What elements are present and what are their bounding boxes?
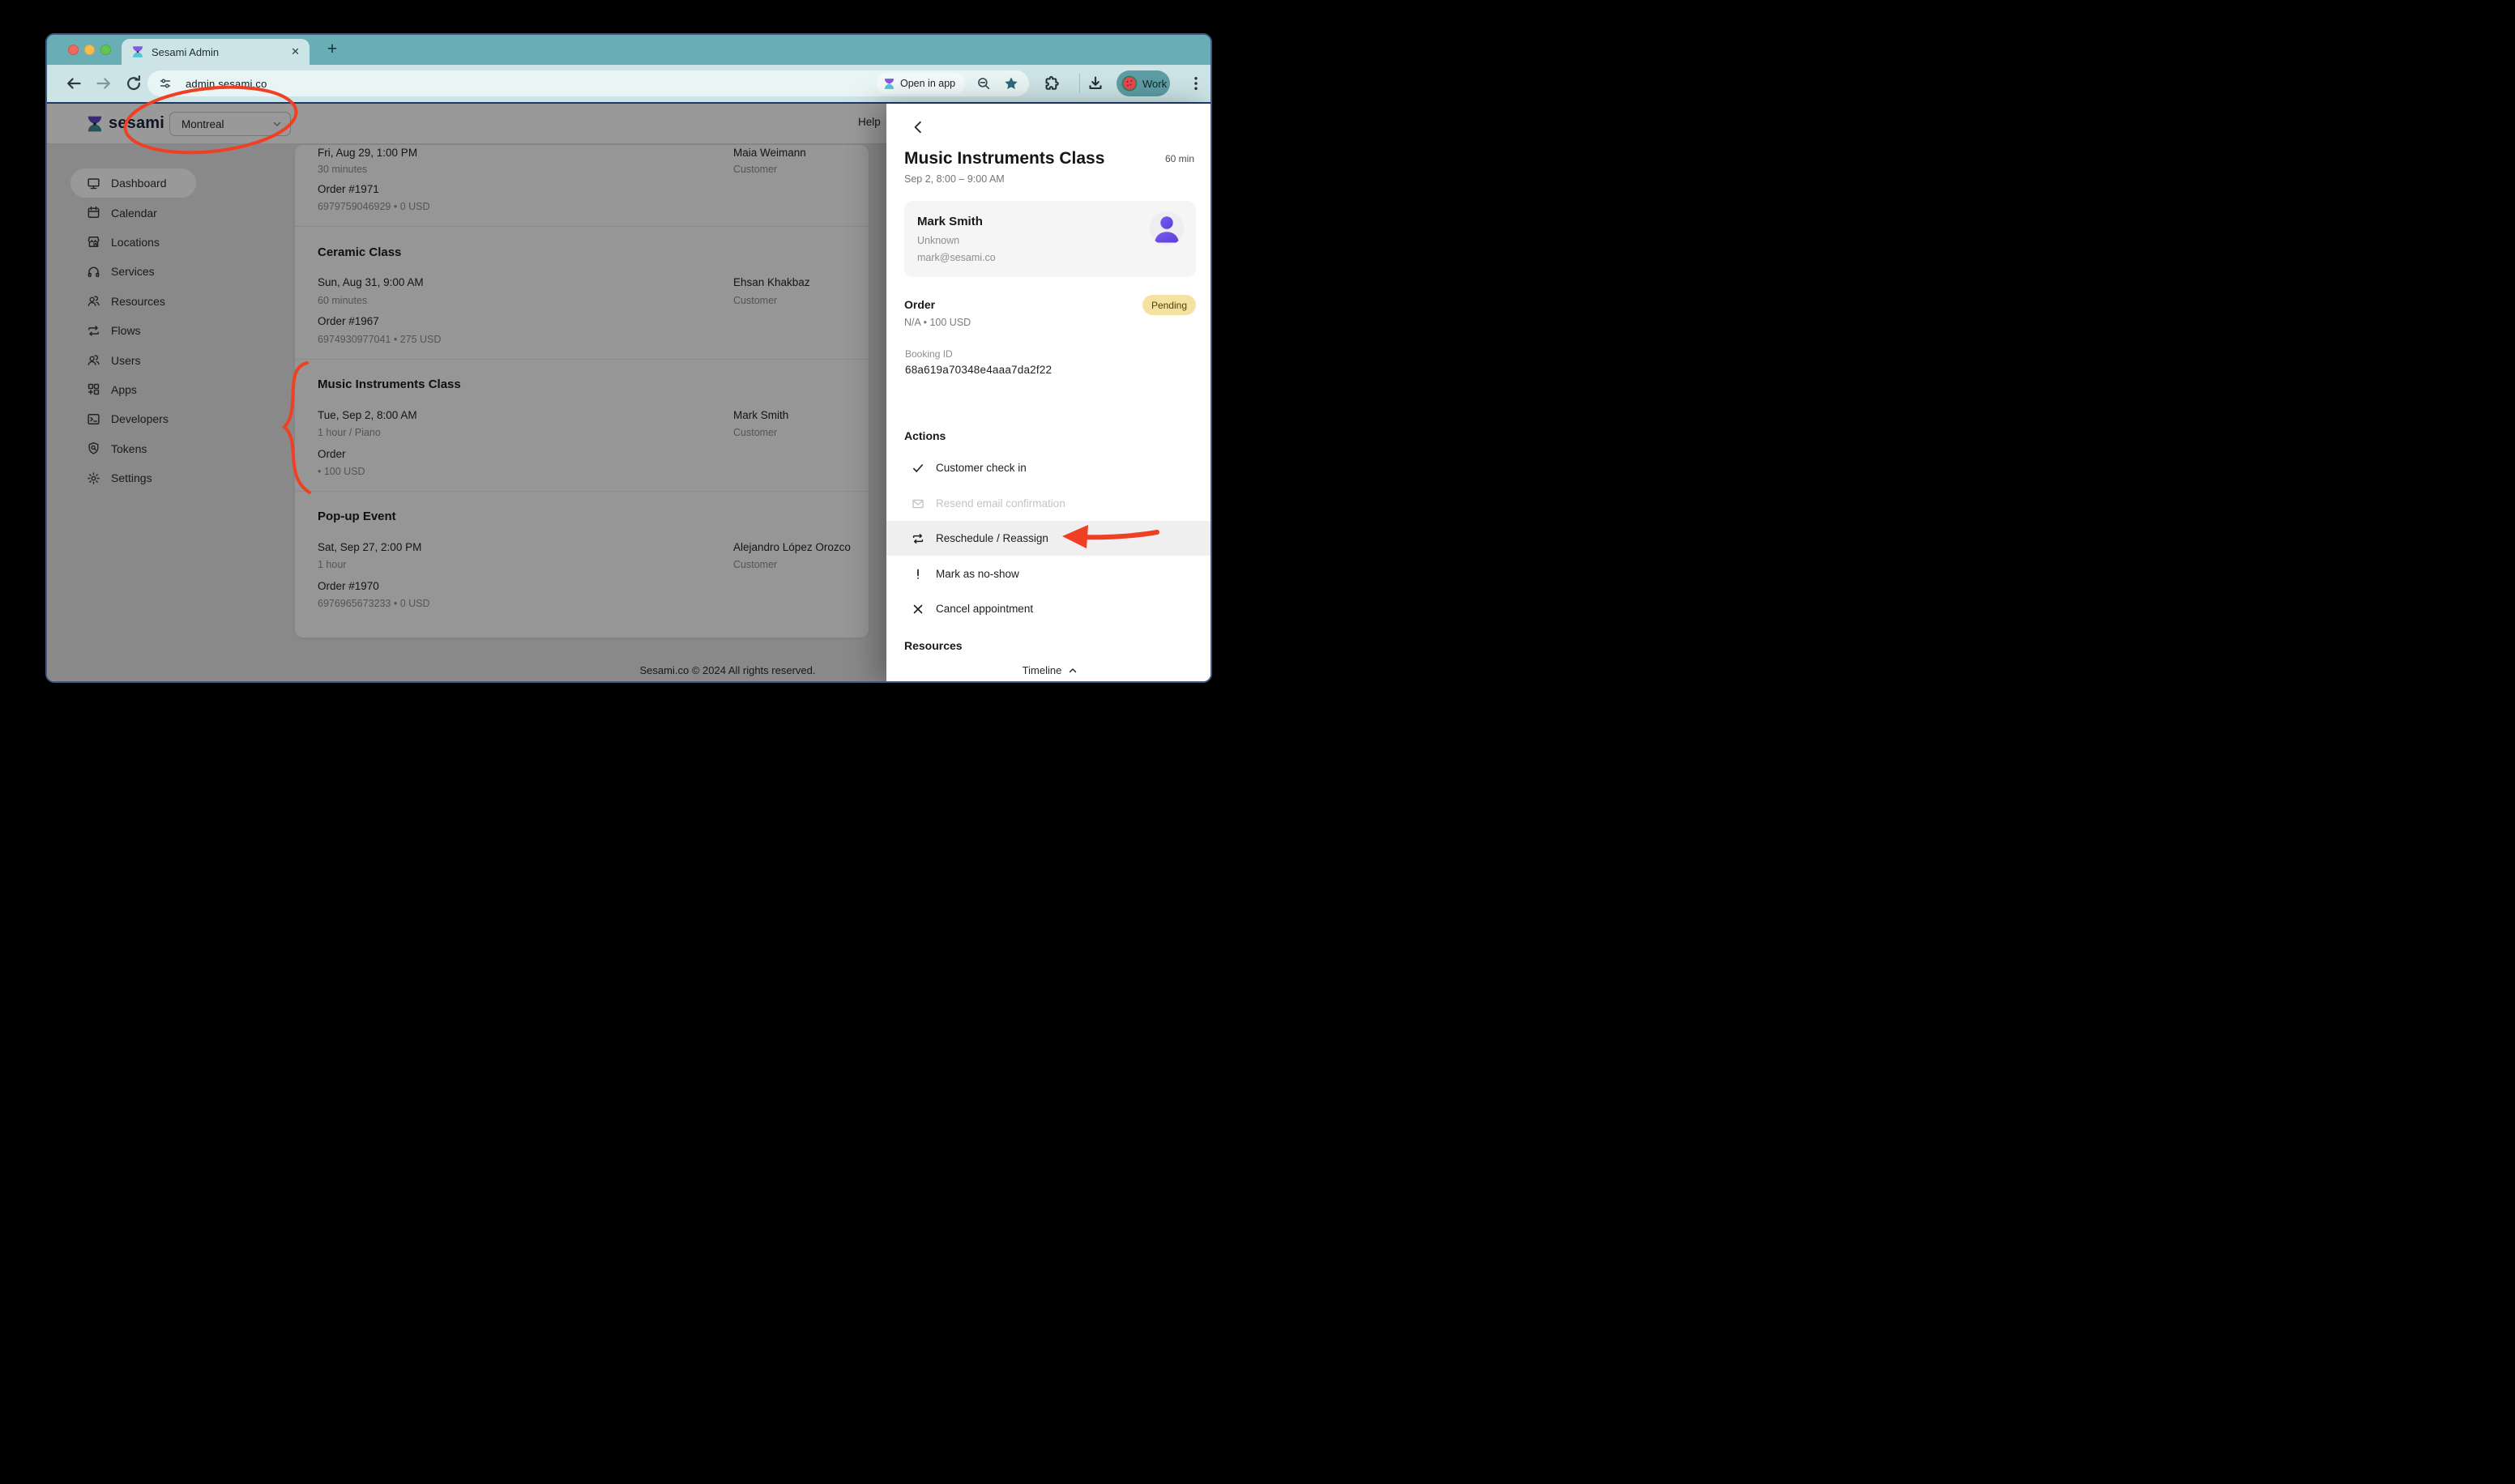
extensions-puzzle-icon[interactable] [1044,75,1060,92]
page-content: sesami Montreal Help Dashboard Calendar … [47,104,1211,681]
profile-avatar-icon [1121,75,1138,92]
bookmark-star-icon[interactable] [1004,76,1018,91]
action-label: Mark as no-show [936,568,1019,580]
url-text: admin.sesami.co [186,77,267,90]
action-reschedule-reassign[interactable]: Reschedule / Reassign [886,521,1211,556]
exclamation-icon [917,569,919,579]
close-window-button[interactable] [68,45,79,55]
action-resend-email-confirmation[interactable]: Resend email confirmation [886,486,1211,521]
panel-title: Music Instruments Class [904,149,1105,168]
forward-icon[interactable] [95,75,113,92]
action-cancel-appointment[interactable]: Cancel appointment [886,591,1211,626]
tab-title: Sesami Admin [152,45,220,58]
dim-overlay[interactable] [47,104,886,681]
back-icon[interactable] [65,75,83,92]
timeline-toggle[interactable]: Timeline [886,664,1211,676]
browser-toolbar: admin.sesami.co Open in app Work [47,65,1211,102]
open-in-app-label: Open in app [900,78,956,89]
browser-tab[interactable]: Sesami Admin ✕ [122,39,310,65]
booking-id-value: 68a619a70348e4aaa7da2f22 [905,364,1053,376]
zoom-window-button[interactable] [100,45,111,55]
reschedule-repeat-icon [912,533,924,544]
action-label: Cancel appointment [936,603,1034,615]
action-mark-as-no-show[interactable]: Mark as no-show [886,556,1211,591]
check-icon [913,463,923,472]
appointment-detail-panel: Music Instruments Class 60 min Sep 2, 8:… [886,104,1211,681]
actions-label: Actions [904,429,946,442]
timeline-label: Timeline [1022,664,1062,676]
sesami-hourglass-icon [884,78,895,89]
download-icon[interactable] [1087,75,1104,92]
booking-id-label: Booking ID [905,348,953,360]
close-x-icon [913,604,923,613]
customer-email: mark@sesami.co [917,252,996,263]
action-label: Resend email confirmation [936,497,1065,510]
order-label: Order [904,298,936,311]
customer-status: Unknown [917,235,960,246]
order-meta: N/A • 100 USD [904,317,971,328]
site-settings-icon[interactable] [159,77,172,90]
status-badge: Pending [1142,295,1196,315]
reload-icon[interactable] [125,75,143,92]
person-silhouette-icon [1155,216,1179,243]
chevron-up-icon [1070,667,1077,672]
panel-time-range: Sep 2, 8:00 – 9:00 AM [904,173,1005,185]
customer-card[interactable]: Mark Smith Unknown mark@sesami.co [904,201,1196,277]
action-label: Customer check in [936,462,1027,474]
browser-menu-icon[interactable] [1188,75,1204,92]
customer-name: Mark Smith [917,215,983,228]
customer-avatar [1150,211,1184,245]
resources-label: Resources [904,639,963,652]
mail-icon [912,499,924,508]
new-tab-button[interactable]: + [319,36,345,62]
toolbar-separator [1079,74,1080,93]
sesami-favicon-hourglass-icon [133,46,143,58]
profile-chip[interactable]: Work [1117,70,1170,96]
tab-close-icon[interactable]: ✕ [291,45,300,58]
open-in-app-chip[interactable]: Open in app [877,73,966,94]
panel-duration: 60 min [1164,153,1194,164]
back-chevron-icon[interactable] [911,120,925,134]
profile-label: Work [1142,77,1168,90]
tab-strip: Sesami Admin ✕ + [47,35,1211,65]
action-customer-check-in[interactable]: Customer check in [886,450,1211,485]
minimize-window-button[interactable] [84,45,95,55]
action-label: Reschedule / Reassign [936,532,1048,544]
browser-window: Sesami Admin ✕ + admin.sesami.co Open in… [45,33,1212,683]
url-bar[interactable]: admin.sesami.co Open in app [147,70,1029,96]
zoom-out-icon[interactable] [976,76,991,91]
